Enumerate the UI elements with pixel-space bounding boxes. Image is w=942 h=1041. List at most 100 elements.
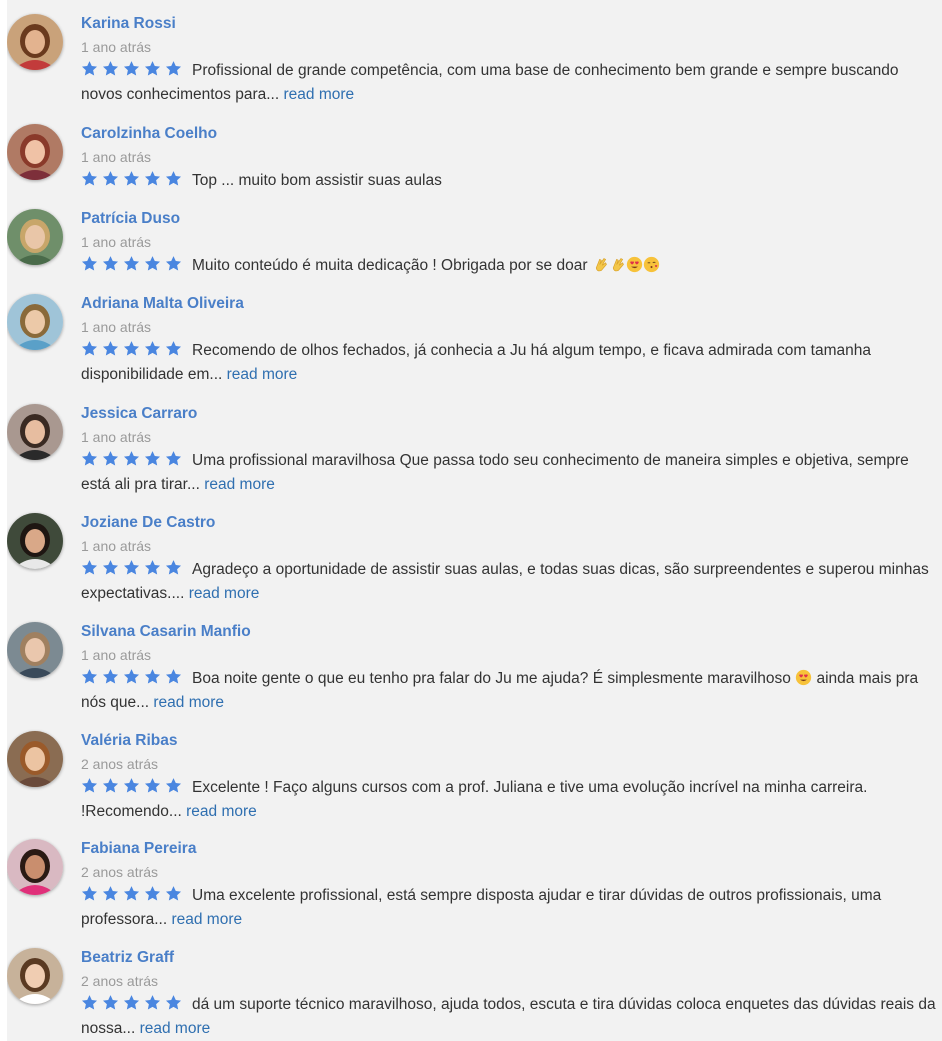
star-icon xyxy=(81,777,98,794)
reviews-list: Karina Rossi 1 ano atrás Profissional de… xyxy=(7,0,942,1041)
star-icon xyxy=(81,170,98,187)
star-rating xyxy=(81,994,182,1011)
star-icon xyxy=(144,170,161,187)
star-icon xyxy=(81,994,98,1011)
star-icon xyxy=(165,559,182,576)
face-blowing-kiss-emoji-icon xyxy=(643,256,660,273)
star-icon xyxy=(123,255,140,272)
heart-eyes-emoji-icon xyxy=(795,669,812,686)
star-icon xyxy=(123,340,140,357)
read-more-link[interactable]: read more xyxy=(204,476,275,493)
star-icon xyxy=(81,559,98,576)
read-more-link[interactable]: read more xyxy=(171,911,242,928)
read-more-link[interactable]: read more xyxy=(140,1020,211,1037)
star-icon xyxy=(165,255,182,272)
star-icon xyxy=(165,340,182,357)
reviewer-name[interactable]: Patrícia Duso xyxy=(81,210,180,228)
read-more-link[interactable]: read more xyxy=(186,803,257,820)
review-text: Boa noite gente o que eu tenho pra falar… xyxy=(192,670,791,687)
star-icon xyxy=(123,60,140,77)
review-body: Uma profissional maravilhosa Que passa t… xyxy=(81,449,939,497)
star-icon xyxy=(102,450,119,467)
avatar[interactable] xyxy=(7,294,63,350)
reviewer-name[interactable]: Adriana Malta Oliveira xyxy=(81,295,244,313)
star-rating xyxy=(81,170,182,187)
star-rating xyxy=(81,450,182,467)
read-more-link[interactable]: read more xyxy=(189,585,260,602)
star-icon xyxy=(144,668,161,685)
star-icon xyxy=(123,559,140,576)
avatar[interactable] xyxy=(7,14,63,70)
star-icon xyxy=(165,450,182,467)
review-time: 2 anos atrás xyxy=(81,756,159,772)
reviewer-name[interactable]: Karina Rossi xyxy=(81,15,176,33)
avatar[interactable] xyxy=(7,209,63,265)
reviewer-name[interactable]: Silvana Casarin Manfio xyxy=(81,623,251,641)
star-icon xyxy=(81,255,98,272)
reviewer-name[interactable]: Joziane De Castro xyxy=(81,514,215,532)
review-time: 2 anos atrás xyxy=(81,864,159,880)
star-icon xyxy=(144,994,161,1011)
star-icon xyxy=(144,60,161,77)
review-body: Excelente ! Faço alguns cursos com a pro… xyxy=(81,776,939,824)
star-rating xyxy=(81,60,182,77)
review-time: 1 ano atrás xyxy=(81,149,152,165)
reviewer-name[interactable]: Beatriz Graff xyxy=(81,949,174,967)
review-time: 1 ano atrás xyxy=(81,319,152,335)
star-rating xyxy=(81,777,182,794)
star-icon xyxy=(144,885,161,902)
review-time: 1 ano atrás xyxy=(81,429,152,445)
star-icon xyxy=(165,170,182,187)
reviewer-name[interactable]: Valéria Ribas xyxy=(81,732,178,750)
star-rating xyxy=(81,668,182,685)
star-icon xyxy=(123,994,140,1011)
review-body: Top ... muito bom assistir suas aulas xyxy=(81,169,939,193)
review-time: 2 anos atrás xyxy=(81,973,159,989)
star-icon xyxy=(102,170,119,187)
star-rating xyxy=(81,340,182,357)
reviewer-name[interactable]: Jessica Carraro xyxy=(81,405,197,423)
avatar[interactable] xyxy=(7,124,63,180)
star-icon xyxy=(102,559,119,576)
star-icon xyxy=(102,994,119,1011)
review-body: Muito conteúdo é muita dedicação ! Obrig… xyxy=(81,254,939,278)
star-icon xyxy=(144,340,161,357)
reviewer-name[interactable]: Fabiana Pereira xyxy=(81,840,196,858)
star-icon xyxy=(144,255,161,272)
star-icon xyxy=(102,777,119,794)
clapping-hands-emoji-icon xyxy=(592,256,609,273)
star-icon xyxy=(165,994,182,1011)
review-text: Top ... muito bom assistir suas aulas xyxy=(192,172,442,189)
star-icon xyxy=(123,777,140,794)
star-icon xyxy=(102,340,119,357)
star-icon xyxy=(165,668,182,685)
avatar[interactable] xyxy=(7,404,63,460)
reviewer-name[interactable]: Carolzinha Coelho xyxy=(81,125,217,143)
avatar[interactable] xyxy=(7,731,63,787)
read-more-link[interactable]: read more xyxy=(227,366,298,383)
star-icon xyxy=(123,668,140,685)
star-icon xyxy=(81,885,98,902)
star-icon xyxy=(102,255,119,272)
star-rating xyxy=(81,559,182,576)
read-more-link[interactable]: read more xyxy=(153,694,224,711)
avatar[interactable] xyxy=(7,622,63,678)
star-icon xyxy=(81,668,98,685)
review-text: Muito conteúdo é muita dedicação ! Obrig… xyxy=(192,257,588,274)
star-icon xyxy=(165,777,182,794)
avatar[interactable] xyxy=(7,839,63,895)
star-icon xyxy=(102,885,119,902)
star-icon xyxy=(165,885,182,902)
star-rating xyxy=(81,255,182,272)
review-body: Recomendo de olhos fechados, já conhecia… xyxy=(81,339,939,387)
avatar[interactable] xyxy=(7,513,63,569)
star-icon xyxy=(165,60,182,77)
avatar[interactable] xyxy=(7,948,63,1004)
star-icon xyxy=(123,170,140,187)
read-more-link[interactable]: read more xyxy=(283,86,354,103)
star-icon xyxy=(144,777,161,794)
review-body: dá um suporte técnico maravilhoso, ajuda… xyxy=(81,993,939,1041)
review-body: Profissional de grande competência, com … xyxy=(81,59,939,107)
star-icon xyxy=(81,60,98,77)
clapping-hands-emoji-icon xyxy=(609,256,626,273)
